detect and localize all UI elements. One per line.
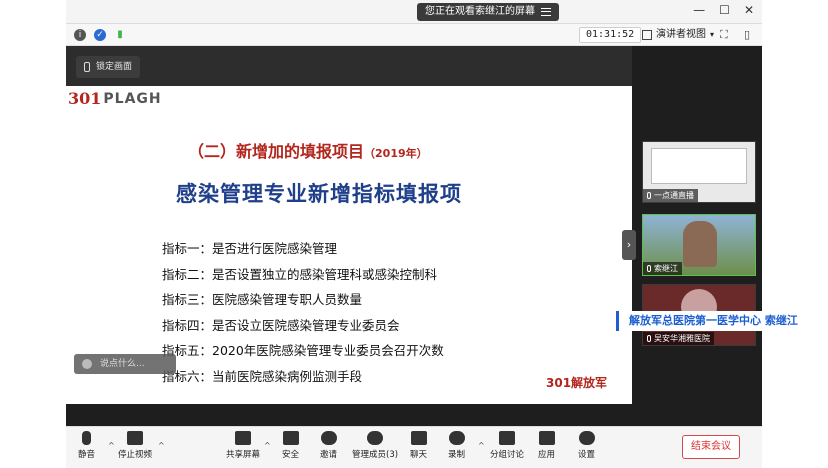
invite-icon	[320, 431, 337, 445]
right-margin	[762, 0, 828, 468]
record-icon	[448, 431, 465, 445]
fullscreen-icon[interactable]: ⛶	[720, 28, 728, 42]
microphone-icon	[82, 431, 91, 445]
share-strip: 锁定画面	[66, 46, 632, 86]
invite-label: 邀请	[320, 450, 338, 460]
indicator-item: 指标五：2020年医院感染管理专业委员会召开次数	[162, 343, 444, 358]
grid-icon	[642, 30, 652, 40]
participant-name: 索继江	[654, 264, 678, 273]
settings-button[interactable]: 设置	[578, 431, 595, 460]
shield-icon[interactable]: ✓	[94, 29, 106, 41]
mute-button[interactable]: 静音	[78, 431, 95, 460]
slide-title: 感染管理专业新增指标填报项	[176, 182, 462, 206]
mic-icon	[647, 335, 651, 342]
minimize-button[interactable]: —	[693, 3, 705, 17]
mute-options-chevron[interactable]: ^	[108, 441, 115, 450]
mic-icon	[647, 192, 651, 199]
participant-caption: 索继江	[643, 262, 682, 275]
view-mode-label: 演讲者视图	[656, 29, 706, 40]
chat-label: 聊天	[410, 450, 428, 460]
participant-caption: 一点通直播	[643, 189, 698, 202]
settings-label: 设置	[578, 450, 596, 460]
share-options-chevron[interactable]: ^	[264, 441, 271, 450]
menu-icon[interactable]	[541, 8, 551, 16]
video-options-chevron[interactable]: ^	[158, 441, 165, 450]
chat-button[interactable]: 聊天	[410, 431, 427, 460]
apps-icon	[538, 431, 555, 445]
apps-label: 应用	[538, 450, 556, 460]
mic-icon	[647, 265, 651, 272]
meeting-window: 您正在观看索继江的屏幕 — ☐ ✕ i ✓ ▮ 01:31:52 演讲者视图 ▾…	[0, 0, 828, 468]
chevron-down-icon: ▾	[710, 30, 715, 39]
view-mode-selector[interactable]: 演讲者视图 ▾	[642, 27, 714, 43]
info-bar: i ✓ ▮ 01:31:52 演讲者视图 ▾ ⛶ ▯	[66, 24, 762, 46]
pin-icon	[84, 62, 90, 72]
subtitle-text: （二）新增加的填报项目	[188, 142, 365, 161]
share-icon	[235, 431, 251, 445]
security-label: 安全	[282, 450, 300, 460]
camera-icon	[127, 431, 143, 445]
window-controls: — ☐ ✕	[693, 3, 754, 17]
info-icon[interactable]: i	[74, 29, 86, 41]
end-meeting-button[interactable]: 结束会议	[682, 435, 740, 459]
panel-icon[interactable]: ▯	[744, 28, 750, 41]
mini-slide-preview	[651, 148, 747, 184]
participant-name: 一点通直播	[654, 191, 694, 200]
stop-video-button[interactable]: 停止视频	[118, 431, 152, 460]
mute-label: 静音	[78, 450, 96, 460]
close-button[interactable]: ✕	[744, 3, 754, 17]
signal-icon[interactable]: ▮	[114, 29, 126, 41]
indicator-list: 指标一：是否进行医院感染管理 指标二：是否设置独立的感染管理科或感染控制科 指标…	[162, 236, 444, 389]
viewing-indicator[interactable]: 您正在观看索继江的屏幕	[417, 3, 559, 21]
stage: 锁定画面 301 PLAGH （二）新增加的填报项目（2019年） 感染管理专业…	[66, 46, 762, 426]
participant-caption: 吴安华湘雅医院	[643, 332, 714, 345]
subtitle-year: （2019年）	[364, 147, 428, 160]
apps-button[interactable]: 应用	[538, 431, 555, 460]
breakout-rooms-button[interactable]: 分组讨论	[490, 431, 524, 460]
logo-number: 301	[68, 89, 102, 108]
chat-icon	[410, 431, 427, 445]
participant-video	[683, 221, 717, 267]
left-margin	[0, 0, 66, 468]
indicator-item: 指标一：是否进行医院感染管理	[162, 241, 338, 256]
participant-tile[interactable]: 一点通直播	[642, 141, 756, 203]
lock-label: 锁定画面	[96, 62, 133, 72]
logo-text: PLAGH	[103, 90, 162, 107]
share-label: 共享屏幕	[226, 450, 261, 460]
security-button[interactable]: 安全	[282, 431, 299, 460]
invite-button[interactable]: 邀请	[320, 431, 337, 460]
participant-name: 吴安华湘雅医院	[654, 334, 710, 343]
participants-button[interactable]: 管理成员(3)	[352, 431, 398, 460]
slide-subtitle: （二）新增加的填报项目（2019年）	[188, 138, 428, 162]
maximize-button[interactable]: ☐	[719, 3, 730, 17]
viewing-label: 您正在观看索继江的屏幕	[425, 6, 535, 17]
record-button[interactable]: 录制	[448, 431, 465, 460]
people-icon	[367, 431, 384, 445]
breakout-label: 分组讨论	[490, 450, 525, 460]
indicator-item: 指标二：是否设置独立的感染管理科或感染控制科	[162, 266, 438, 282]
share-screen-button[interactable]: 共享屏幕	[226, 431, 260, 460]
participant-tile[interactable]: 索继江	[642, 214, 756, 276]
indicator-item: 指标四：是否设立医院感染管理专业委员会	[162, 317, 400, 333]
record-options-chevron[interactable]: ^	[478, 441, 485, 450]
hospital-logo: 301 PLAGH	[68, 89, 162, 108]
speaker-name-banner: 解放军总医院第一医学中心 索继江	[616, 311, 828, 331]
participants-label: 管理成员(3)	[352, 450, 399, 460]
corner-logo: 301解放军	[546, 376, 608, 390]
meeting-timer: 01:31:52	[579, 27, 642, 43]
indicator-item: 指标三：医院感染管理专职人员数量	[162, 292, 363, 307]
stop-video-label: 停止视频	[118, 450, 153, 460]
lock-screen-button[interactable]: 锁定画面	[76, 56, 141, 78]
chat-hint-input[interactable]: 说点什么...	[74, 354, 176, 374]
title-bar: 您正在观看索继江的屏幕 — ☐ ✕	[66, 0, 762, 24]
record-label: 录制	[448, 450, 466, 460]
shield-icon	[282, 431, 299, 445]
collapse-panel-button[interactable]: ›	[622, 230, 636, 260]
meeting-toolbar: 静音 ^ 停止视频 ^ 共享屏幕 ^ 安全 邀请 管理成员(3) 聊天 录制 ^…	[66, 426, 762, 468]
breakout-icon	[499, 431, 515, 445]
indicator-item: 指标六：当前医院感染病例监测手段	[162, 368, 363, 384]
gear-icon	[578, 431, 595, 445]
